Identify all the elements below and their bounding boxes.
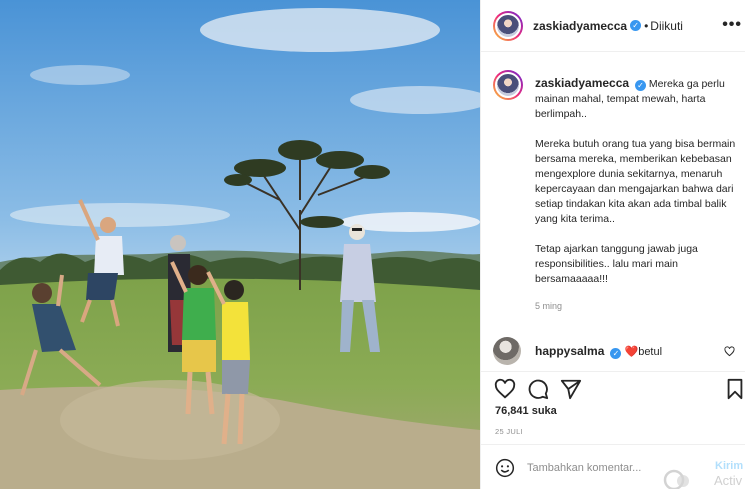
post-comment-button[interactable]: Kirim [715, 460, 743, 472]
add-comment-bar: Kirim Activ [481, 444, 745, 489]
follow-status[interactable]: Diikuti [650, 19, 683, 33]
activation-watermark-logo-icon [663, 469, 689, 489]
caption-body: zaskiadyamecca ✓ Mereka ga perlu mainan … [535, 76, 743, 314]
author-avatar[interactable] [493, 10, 523, 41]
share-icon[interactable] [560, 378, 582, 400]
caption-paragraph-3: Tetap ajarkan tanggung jawab juga respon… [535, 243, 698, 285]
bookmark-icon[interactable] [724, 378, 745, 400]
caption-username[interactable]: zaskiadyamecca [535, 76, 629, 90]
caption-paragraph-2: Mereka butuh orang tua yang bisa bermain… [535, 138, 736, 225]
caption-author-avatar[interactable] [493, 70, 523, 100]
comments-section[interactable]: zaskiadyamecca ✓ Mereka ga perlu mainan … [481, 53, 745, 371]
caption-paragraph-1: zaskiadyamecca ✓ Mereka ga perlu mainan … [535, 76, 743, 122]
likes-count[interactable]: 76,841 suka [495, 405, 557, 417]
comment-item: happysalma ✓ ❤️betul [493, 337, 743, 365]
commenter-avatar[interactable] [493, 337, 521, 365]
author-username[interactable]: zaskiadyamecca [533, 19, 627, 33]
verified-badge-icon: ✓ [635, 80, 646, 91]
comment-body: ❤️betul [624, 346, 663, 358]
activation-watermark: Activ [714, 473, 743, 488]
caption-time[interactable]: 5 ming [535, 299, 743, 314]
post-side-panel: zaskiadyamecca ✓ • Diikuti ••• zaskiadya… [480, 0, 745, 489]
commenter-username[interactable]: happysalma [535, 344, 604, 358]
post-photo-image [0, 0, 480, 489]
comment-icon[interactable] [527, 378, 549, 400]
emoji-icon[interactable] [495, 458, 515, 478]
like-comment-heart-icon[interactable] [724, 346, 735, 357]
post-date[interactable]: 25 JULI [495, 427, 523, 436]
more-options-button[interactable]: ••• [722, 16, 742, 34]
post-photo[interactable] [0, 0, 480, 489]
verified-badge-icon: ✓ [610, 348, 622, 359]
post-actions: 76,841 suka 25 JULI [481, 371, 745, 441]
heart-icon[interactable] [494, 378, 516, 400]
post-header: zaskiadyamecca ✓ • Diikuti ••• [481, 0, 745, 52]
verified-badge-icon: ✓ [630, 20, 642, 31]
comment-text: happysalma ✓ ❤️betul [535, 344, 662, 359]
separator-dot: • [644, 18, 649, 33]
